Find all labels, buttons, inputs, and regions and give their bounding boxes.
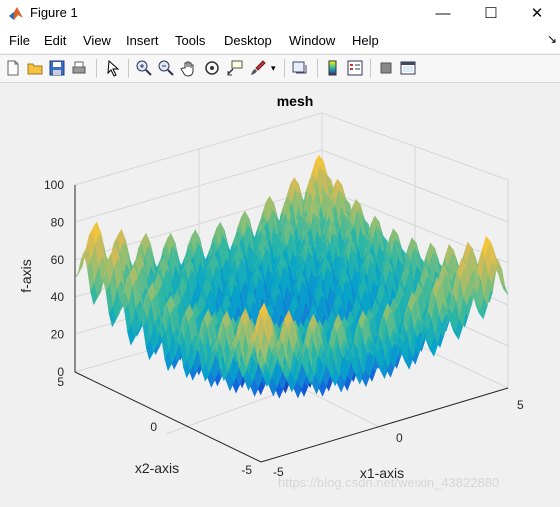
y-axis-label: x2-axis — [135, 460, 179, 476]
menu-edit[interactable]: Edit — [44, 33, 66, 48]
zoom-in-icon[interactable] — [135, 59, 153, 77]
z-tick-label: 80 — [51, 215, 65, 229]
zoom-out-icon[interactable] — [157, 59, 175, 77]
toolbar: ▾ — [0, 54, 560, 83]
brush-dropdown-icon[interactable]: ▾ — [271, 59, 289, 77]
z-axis-label: f-axis — [18, 259, 34, 292]
menu-window[interactable]: Window — [289, 33, 335, 48]
mesh-surface — [74, 154, 509, 399]
y-tick-label: 0 — [150, 420, 157, 434]
menu-tools[interactable]: Tools — [175, 33, 205, 48]
y-tick-label: -5 — [241, 463, 252, 477]
z-tick-label: 100 — [44, 178, 64, 192]
hide-plot-tools-icon[interactable] — [377, 59, 395, 77]
menu-file[interactable]: File — [9, 33, 30, 48]
figure-canvas[interactable]: 0 20 40 60 80 100 -5 0 5 -5 0 5 mesh x1-axis … — [0, 83, 560, 504]
close-button[interactable]: ✕ — [514, 0, 560, 27]
x-axis-line — [260, 387, 509, 463]
x-tick-label: 0 — [396, 431, 403, 445]
toolbar-separator — [96, 59, 97, 78]
dock-arrow-icon[interactable]: ↘ — [547, 32, 557, 46]
z-tick-label: 60 — [51, 253, 65, 267]
window-title: Figure 1 — [30, 5, 78, 20]
toolbar-separator — [128, 59, 129, 78]
data-cursor-icon[interactable] — [226, 59, 244, 77]
z-ticks: 020406080100 — [44, 178, 64, 379]
pointer-icon[interactable] — [104, 59, 122, 77]
menu-help[interactable]: Help — [352, 33, 379, 48]
y-tick-label: 5 — [57, 375, 64, 389]
print-icon[interactable] — [70, 59, 88, 77]
pan-icon[interactable] — [180, 59, 198, 77]
watermark: https://blog.csdn.net/weixin_43822880 — [278, 475, 500, 490]
colorbar-icon[interactable] — [324, 59, 342, 77]
toolbar-separator — [284, 59, 285, 78]
z-tick-label: 20 — [51, 328, 65, 342]
link-plot-icon[interactable] — [291, 59, 309, 77]
matlab-logo-icon — [9, 7, 23, 20]
z-tick-label: 40 — [51, 290, 65, 304]
show-plot-tools-icon[interactable] — [399, 59, 417, 77]
rotate-3d-icon[interactable] — [203, 59, 221, 77]
menu-desktop[interactable]: Desktop — [224, 33, 272, 48]
open-file-icon[interactable] — [26, 59, 44, 77]
minimize-button[interactable]: — — [420, 0, 466, 27]
menu-bar: File Edit View Insert Tools Desktop Wind… — [0, 27, 560, 53]
surface-plot[interactable]: 020406080100 -5 0 5 -5 0 5 mesh x1-axis … — [0, 83, 560, 504]
brush-icon[interactable] — [249, 59, 267, 77]
toolbar-separator — [370, 59, 371, 78]
maximize-button[interactable]: ☐ — [468, 0, 514, 27]
chart-title: mesh — [277, 93, 314, 109]
toolbar-separator — [317, 59, 318, 78]
title-bar: Figure 1 — ☐ ✕ — [0, 0, 560, 27]
x-tick-label: 5 — [517, 398, 524, 412]
menu-view[interactable]: View — [83, 33, 111, 48]
new-figure-icon[interactable] — [4, 59, 22, 77]
menu-insert[interactable]: Insert — [126, 33, 159, 48]
save-icon[interactable] — [48, 59, 66, 77]
legend-icon[interactable] — [346, 59, 364, 77]
